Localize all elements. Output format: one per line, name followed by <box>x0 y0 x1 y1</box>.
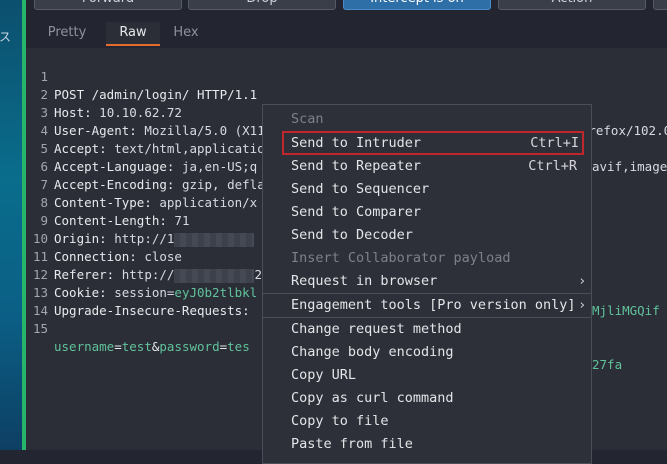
menu-item-request-in-browser[interactable]: Request in browser › <box>263 270 591 292</box>
desktop-edge: ス <box>0 0 22 450</box>
header-value-tail: avif,image/ <box>592 159 667 174</box>
param-name: password <box>159 339 220 354</box>
header-value: http://1 <box>106 231 175 246</box>
request-line: 1 POST /admin/login/ HTTP/1.1 <box>26 50 257 102</box>
menu-item-copy-to-file[interactable]: Copy to file <box>263 410 591 432</box>
header-value: session= <box>106 285 175 300</box>
header-name: Accept-Language: <box>54 159 175 174</box>
menu-item-send-to-repeater[interactable]: Send to Repeater Ctrl+R <box>263 155 591 177</box>
header-line: 11 Referer: http://2 <box>26 230 262 283</box>
menu-item-send-to-decoder[interactable]: Send to Decoder <box>263 224 591 246</box>
menu-item-paste-from-file[interactable]: Paste from file <box>263 433 591 455</box>
header-line: 12 Cookie: session=eyJ0b2tlbkl MjliMGQif <box>26 248 660 318</box>
menu-item-scan[interactable]: Scan <box>263 108 591 130</box>
forward-button[interactable]: Forward <box>34 0 182 10</box>
empty-line: 14 <box>26 284 71 318</box>
header-value-tail: 2 <box>254 267 262 282</box>
header-value: text/html,applicatio <box>106 141 265 156</box>
extra-button[interactable] <box>653 0 667 10</box>
header-line: 7 Content-Type: application/x <box>26 158 257 210</box>
view-tabs: Pretty Raw Hex <box>26 22 667 46</box>
cookie-value-tail: MjliMGQif <box>592 303 660 318</box>
header-line: 2 Host: 10.10.62.72 <box>26 68 181 120</box>
header-value: 10.10.62.72 <box>91 105 182 120</box>
menu-item-send-to-comparer[interactable]: Send to Comparer <box>263 201 591 223</box>
header-line: 9 Origin: http://1 <box>26 194 255 247</box>
header-line: 3 User-Agent: Mozilla/5.0 (X11; Linux x8… <box>26 86 667 138</box>
context-menu: Scan Send to Intruder Ctrl+I Send to Repe… <box>262 104 592 464</box>
tab-hex[interactable]: Hex <box>162 22 210 46</box>
header-value: http:// <box>114 267 175 282</box>
menu-item-change-request-method[interactable]: Change request method <box>263 318 591 340</box>
header-line: 10 Connection: close <box>26 212 182 264</box>
param-value-tail: 27fa <box>592 357 623 372</box>
shortcut-label: Ctrl+I <box>530 135 579 151</box>
param-value: tes <box>227 339 250 354</box>
cookie-value: eyJ0b2tlbkl <box>174 285 258 300</box>
menu-item-copy-as-curl[interactable]: Copy as curl command <box>263 387 591 409</box>
action-button[interactable]: Action <box>498 0 646 10</box>
body-line: 15 username=test&password=tes 27fa <box>26 302 622 372</box>
param-name: username <box>54 339 115 354</box>
header-value: close <box>136 249 182 264</box>
line-number: 15 <box>32 321 48 336</box>
header-line: 13 Upgrade-Insecure-Requests: <box>26 266 250 318</box>
menu-item-copy-url[interactable]: Copy URL <box>263 364 591 386</box>
header-name: Accept-Encoding: <box>54 177 175 192</box>
chevron-right-icon: › <box>579 297 585 313</box>
header-line: 4 Accept: text/html,applicatio avif,imag… <box>26 104 667 174</box>
header-value: gzip, defla <box>174 177 265 192</box>
menu-item-change-body-encoding[interactable]: Change body encoding <box>263 341 591 363</box>
menu-item-insert-collaborator-payload[interactable]: Insert Collaborator payload <box>263 247 591 269</box>
header-value: 71 <box>166 213 190 228</box>
menu-item-send-to-intruder[interactable]: Send to Intruder Ctrl+I <box>282 131 584 155</box>
menu-item-engagement-tools[interactable]: Engagement tools [Pro version only] › <box>263 294 591 316</box>
redacted-block <box>174 232 255 247</box>
header-line: 5 Accept-Language: ja,en-US;q <box>26 122 257 174</box>
header-value: application/x <box>151 195 258 210</box>
desktop-glyph: ス <box>0 30 12 44</box>
param-value: test <box>121 339 152 354</box>
header-value: ja,en-US;q <box>174 159 258 174</box>
tab-raw[interactable]: Raw <box>106 22 160 46</box>
chevron-right-icon: › <box>579 273 585 289</box>
request-line-text: POST /admin/login/ HTTP/1.1 <box>54 87 258 102</box>
intercept-toggle-button[interactable]: Intercept is on <box>343 0 491 10</box>
tab-pretty[interactable]: Pretty <box>30 22 104 46</box>
header-line: 8 Content-Length: 71 <box>26 176 189 228</box>
redacted-block <box>174 268 255 283</box>
header-name: Upgrade-Insecure-Requests: <box>54 303 250 318</box>
drop-button[interactable]: Drop <box>188 0 336 10</box>
shortcut-label: Ctrl+R <box>528 158 577 174</box>
header-line: 6 Accept-Encoding: gzip, defla <box>26 140 264 192</box>
menu-item-send-to-sequencer[interactable]: Send to Sequencer <box>263 178 591 200</box>
